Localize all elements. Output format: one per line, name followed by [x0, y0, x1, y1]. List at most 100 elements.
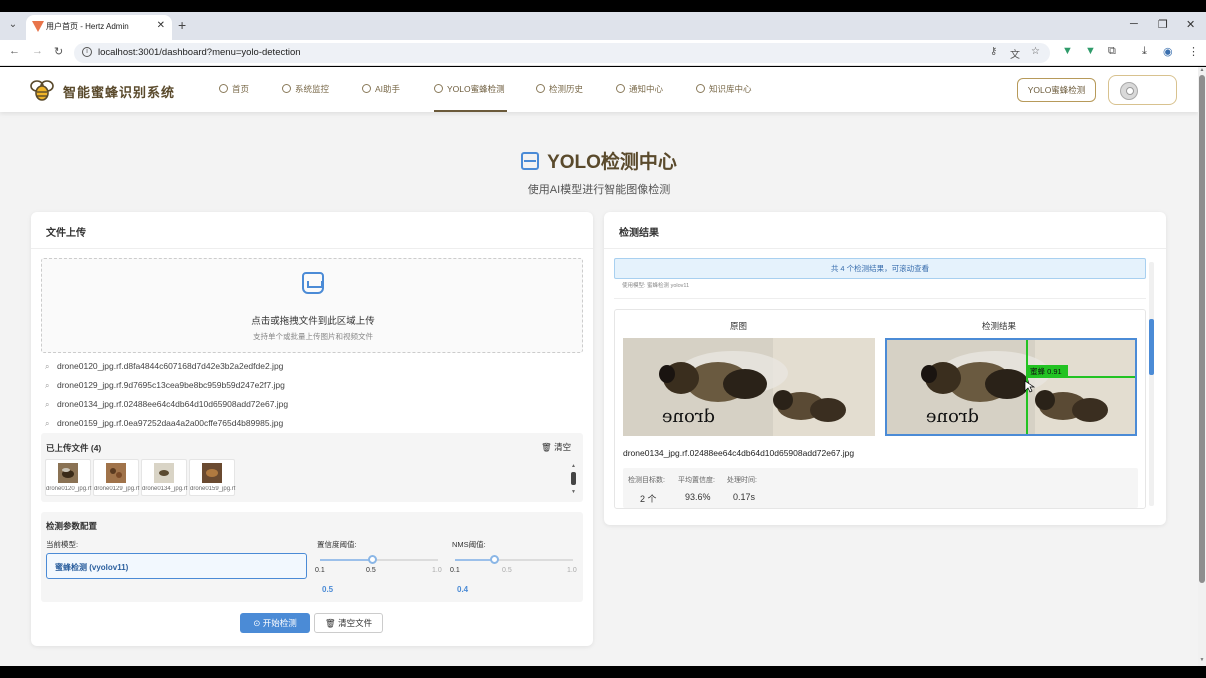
page-title-text: YOLO检测中心	[547, 152, 677, 173]
monitor-icon	[282, 84, 291, 93]
scroll-down-icon[interactable]: ▼	[1199, 657, 1205, 663]
nms-slider-handle[interactable]	[490, 555, 500, 564]
scan-icon	[521, 152, 540, 170]
confidence-tick-min: 0.1	[315, 567, 325, 574]
file-list-item[interactable]: ⌕ drone0159_jpg.rf.0ea97252daa4a2a00cffe7…	[45, 418, 283, 429]
confidence-value: 0.5	[322, 585, 334, 594]
browser-tabbar: ⌄ 用户首页 - Hertz Admin ✕ + ─ ❐ ✕	[0, 12, 1206, 40]
scroll-up-icon[interactable]: ▲	[1199, 67, 1205, 73]
minimize-icon[interactable]: ─	[1130, 18, 1138, 30]
uploaded-scrollbar[interactable]: ▲ ▼	[571, 463, 577, 495]
nav-knowledge-base[interactable]: 知识库中心	[696, 67, 752, 112]
scroll-up-icon[interactable]: ▲	[571, 463, 576, 469]
restore-icon[interactable]: ❐	[1158, 18, 1168, 31]
nav-label: 检测历史	[549, 84, 584, 94]
nav-detection-history[interactable]: 检测历史	[536, 67, 583, 112]
uploaded-files-panel: 已上传文件 (4) 🗑 清空 drone0120_jpg.rf.d8 drone…	[41, 433, 583, 502]
bookmark-star-icon[interactable]: ☆	[1031, 46, 1040, 57]
app-viewport: 智能蜜蜂识别系统 首页 系统监控 AI助手 YOLO蜜蜂检测 检测历史 通知中心…	[0, 67, 1198, 666]
config-title: 检测参数配置	[46, 521, 98, 531]
back-icon[interactable]: ←	[9, 45, 20, 57]
file-list-item[interactable]: ⌕ drone0129_jpg.rf.9d7695c13cea9be8bc959b…	[45, 380, 285, 391]
clear-uploads-button[interactable]: 🗑 清空	[541, 441, 571, 453]
book-icon	[696, 84, 705, 93]
uploaded-thumb[interactable]: drone0134_jpg.rf.02	[141, 459, 188, 496]
model-select[interactable]: 蜜蜂检测 (vyolov11)	[46, 553, 307, 579]
nav-label: 系统监控	[295, 84, 330, 94]
start-label: 开始检测	[262, 618, 297, 628]
upload-dropzone[interactable]: 点击或拖拽文件到此区域上传 支持单个或批量上传图片和视频文件	[41, 258, 583, 353]
detected-image[interactable]: drone 蜜蜂 0.91	[885, 338, 1137, 436]
stat-value: 0.17s	[733, 492, 756, 502]
confidence-slider-fill	[320, 559, 373, 561]
yolo-detection-button[interactable]: YOLO蜜蜂检测	[1017, 78, 1096, 102]
trash-icon: 🗑	[541, 442, 552, 452]
tab-search-icon[interactable]: ⌄	[6, 18, 20, 32]
tab-close-icon[interactable]: ✕	[157, 20, 165, 31]
upload-card-title: 文件上传	[46, 228, 86, 239]
translate-icon[interactable]: ⽂	[1010, 46, 1020, 61]
page-subtitle: 使用AI模型进行智能图像检测	[527, 184, 671, 196]
browser-menu-icon[interactable]: ⋮	[1188, 45, 1199, 58]
nav-home[interactable]: 首页	[219, 67, 249, 112]
reload-icon[interactable]: ↻	[54, 45, 63, 58]
bee-logo-icon	[30, 80, 54, 101]
nav-system-monitor[interactable]: 系统监控	[282, 67, 329, 112]
original-image[interactable]: drone	[623, 338, 875, 436]
top-header: 智能蜜蜂识别系统 首页 系统监控 AI助手 YOLO蜜蜂检测 检测历史 通知中心…	[0, 67, 1198, 112]
camera-icon	[434, 84, 443, 93]
forward-icon[interactable]: →	[32, 45, 43, 57]
user-menu[interactable]	[1108, 75, 1177, 105]
nms-slider[interactable]	[455, 555, 573, 564]
dropzone-text: 点击或拖拽文件到此区域上传	[251, 316, 375, 327]
vue-extension-icon[interactable]: ▼	[1085, 45, 1096, 57]
thumb-caption: drone0159_jpg.rf.0e	[190, 486, 236, 492]
password-key-icon[interactable]: ⚷	[990, 46, 997, 57]
home-icon	[219, 84, 228, 93]
page-scrollbar[interactable]: ▲ ▼	[1198, 67, 1206, 666]
results-model-note: 使用模型: 蜜蜂检测 yolov11	[622, 283, 690, 289]
nav-yolo-detection[interactable]: YOLO蜜蜂检测	[434, 67, 507, 112]
upload-card: 文件上传 点击或拖拽文件到此区域上传 支持单个或批量上传图片和视频文件 ⌕ dro…	[31, 212, 593, 646]
vue-devtools-icon[interactable]: ▼	[1062, 45, 1073, 57]
results-scrollbar[interactable]	[1149, 262, 1154, 506]
stat-value: 93.6%	[685, 492, 711, 502]
site-info-icon[interactable]: i	[82, 47, 92, 57]
bee-thumbnail	[202, 463, 222, 483]
bee-thumbnail	[58, 463, 78, 483]
extensions-icon[interactable]: ⧉	[1108, 45, 1116, 58]
thumb-caption: drone0120_jpg.rf.d8	[46, 486, 92, 492]
profile-icon[interactable]: ◉	[1163, 45, 1173, 58]
browser-tab[interactable]: 用户首页 - Hertz Admin ✕	[26, 15, 172, 40]
stat-label: 平均置信度:	[678, 477, 715, 484]
paperclip-icon: ⌕	[45, 419, 50, 428]
results-scroll-thumb[interactable]	[1149, 319, 1154, 375]
uploaded-thumb[interactable]: drone0159_jpg.rf.0e	[189, 459, 236, 496]
window-close-icon[interactable]: ✕	[1186, 18, 1195, 31]
results-count-banner: 共 4 个检测结果，可滚动查看	[614, 258, 1146, 279]
model-label: 当前模型:	[46, 540, 79, 549]
nav-notifications[interactable]: 通知中心	[616, 67, 663, 112]
history-icon	[536, 84, 545, 93]
stat-value: 2 个	[640, 494, 657, 504]
address-bar[interactable]: i localhost:3001/dashboard?menu=yolo-det…	[74, 43, 1050, 63]
page-scroll-thumb[interactable]	[1199, 75, 1205, 583]
scroll-thumb[interactable]	[571, 472, 576, 485]
uploaded-thumb[interactable]: drone0120_jpg.rf.d8	[45, 459, 92, 496]
new-tab-icon[interactable]: +	[178, 17, 186, 33]
bee-detection-photo: drone 蜜蜂 0.91	[887, 340, 1135, 434]
download-icon[interactable]: ⤓	[1142, 45, 1147, 58]
confidence-slider[interactable]	[320, 555, 438, 564]
scroll-down-icon[interactable]: ▼	[571, 489, 576, 495]
nav-ai-assistant[interactable]: AI助手	[362, 67, 400, 112]
uploaded-thumb[interactable]: drone0129_jpg.rf.9d	[93, 459, 140, 496]
file-list-item[interactable]: ⌕ drone0134_jpg.rf.02488ee64c4db64d10d659…	[45, 399, 288, 410]
result-file-name: drone0134_jpg.rf.02488ee64c4db64d10d6590…	[623, 448, 855, 458]
robot-icon	[362, 84, 371, 93]
clear-files-button[interactable]: 🗑 清空文件	[314, 613, 383, 633]
file-list-item[interactable]: ⌕ drone0120_jpg.rf.d8fa4844c607168d7d42e3…	[45, 361, 283, 372]
clear-files-label: 清空文件	[338, 618, 373, 628]
start-detection-button[interactable]: ⊙ 开始检测	[240, 613, 310, 633]
confidence-slider-handle[interactable]	[368, 555, 378, 564]
nav-label: AI助手	[375, 84, 401, 94]
